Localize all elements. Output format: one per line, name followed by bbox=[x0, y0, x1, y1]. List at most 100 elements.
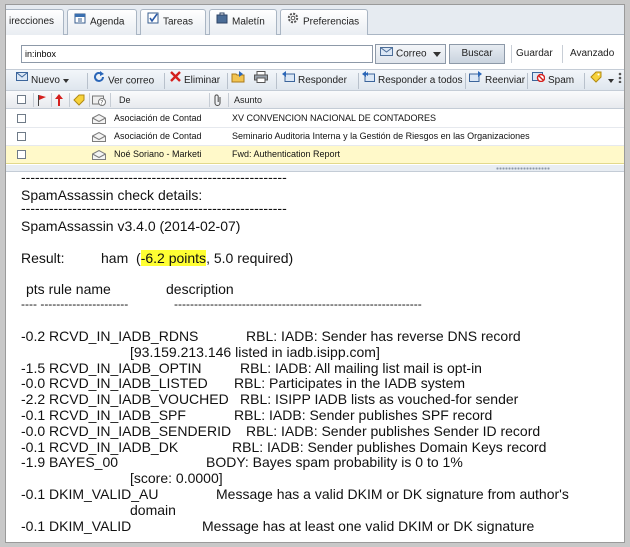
reply-all-button[interactable]: Responder a todos bbox=[362, 71, 463, 89]
app-tab-bar: irecciones Agenda Tareas Maletín Prefere… bbox=[6, 5, 624, 35]
rule-id: RCVD_IN_IADB_RDNS bbox=[49, 328, 199, 344]
tab-tareas[interactable]: Tareas bbox=[140, 9, 206, 35]
divider bbox=[562, 45, 563, 63]
envelope-read-icon bbox=[92, 132, 106, 142]
tab-agenda-label: Agenda bbox=[90, 16, 125, 28]
from-column-header[interactable]: De bbox=[119, 91, 131, 109]
check-mail-label: Ver correo bbox=[108, 75, 155, 87]
rule-points: -0.1 bbox=[21, 517, 46, 534]
search-button[interactable]: Buscar bbox=[449, 44, 505, 64]
reply-label: Responder bbox=[298, 75, 347, 87]
divider bbox=[584, 73, 585, 89]
divider bbox=[209, 93, 210, 107]
message-row[interactable]: Asociación de Contad XV CONVENCION NACIO… bbox=[6, 110, 624, 128]
search-bar: Correo Buscar Guardar Avanzado bbox=[6, 35, 624, 69]
rule-description: domain bbox=[130, 501, 176, 518]
forward-button[interactable]: Reenviar bbox=[469, 71, 526, 89]
status-column-header[interactable]: ? bbox=[92, 91, 106, 109]
message-subject: Fwd: Authentication Report bbox=[232, 149, 341, 159]
save-search-button[interactable]: Guardar bbox=[516, 48, 553, 59]
row-checkbox[interactable] bbox=[17, 114, 26, 123]
chevron-down-icon bbox=[62, 78, 69, 83]
divider bbox=[358, 73, 359, 89]
message-row-selected[interactable]: Noé Soriano - Marketi Fwd: Authenticatio… bbox=[6, 146, 624, 164]
printer-icon bbox=[254, 71, 268, 89]
grip-dots bbox=[496, 167, 550, 170]
forward-icon bbox=[469, 71, 482, 88]
new-button-label: Nuevo bbox=[31, 75, 60, 87]
spam-label: Spam bbox=[548, 75, 575, 87]
new-button[interactable]: Nuevo bbox=[16, 71, 69, 89]
tab-preferencias[interactable]: Preferencias bbox=[280, 9, 368, 35]
message-subject: XV CONVENCION NACIONAL DE CONTADORES bbox=[232, 113, 437, 123]
rule-name: -1.5 RCVD_IN_IADB_OPTIN bbox=[21, 360, 202, 376]
tag-column-header[interactable] bbox=[73, 91, 85, 109]
divider bbox=[511, 45, 512, 63]
divider bbox=[227, 73, 228, 89]
checkbox-icon bbox=[147, 10, 159, 34]
divider bbox=[465, 73, 466, 89]
rule-name: -0.0 RCVD_IN_IADB_LISTED bbox=[21, 375, 208, 391]
more-icon bbox=[616, 71, 624, 89]
search-input[interactable] bbox=[21, 45, 373, 63]
rule-id: RCVD_IN_IADB_VOUCHED bbox=[49, 391, 229, 408]
row-checkbox[interactable] bbox=[17, 150, 26, 159]
more-actions-button[interactable] bbox=[616, 71, 624, 89]
row-checkbox[interactable] bbox=[17, 132, 26, 141]
message-subject: Seminario Auditoria Interna y la Gestión… bbox=[232, 131, 530, 141]
forward-label: Reenviar bbox=[485, 75, 526, 87]
move-folder-button[interactable] bbox=[231, 71, 248, 89]
envelope-read-icon bbox=[92, 150, 106, 160]
spam-button[interactable]: Spam bbox=[532, 71, 575, 89]
tab-direcciones-label: irecciones bbox=[9, 16, 55, 27]
spam-icon bbox=[532, 71, 546, 88]
new-message-icon bbox=[16, 71, 28, 88]
priority-column-header[interactable] bbox=[55, 91, 63, 109]
divider bbox=[228, 93, 229, 107]
attachment-column-header[interactable] bbox=[213, 91, 223, 109]
chevron-down-icon bbox=[433, 52, 441, 57]
tab-agenda[interactable]: Agenda bbox=[67, 9, 137, 35]
reply-all-icon bbox=[362, 71, 375, 88]
rule-name: -2.2 RCVD_IN_IADB_VOUCHED bbox=[21, 391, 229, 407]
tab-tareas-label: Tareas bbox=[163, 16, 194, 28]
check-mail-button[interactable]: Ver correo bbox=[93, 71, 155, 89]
tab-maletin-label: Maletín bbox=[232, 16, 265, 28]
delete-button[interactable]: Eliminar bbox=[170, 71, 220, 89]
tab-direcciones[interactable]: irecciones bbox=[6, 9, 64, 35]
flag-column-header[interactable] bbox=[37, 91, 47, 109]
priority-arrow-icon bbox=[55, 94, 63, 106]
rule-points: -0.0 bbox=[21, 422, 46, 439]
envelope-read-icon bbox=[92, 114, 106, 124]
rule-name: -0.1 RCVD_IN_IADB_SPF bbox=[21, 407, 186, 423]
result-label: Result: bbox=[21, 250, 65, 266]
divider bbox=[51, 93, 52, 107]
rule-description: Message has a valid DKIM or DK signature… bbox=[216, 486, 569, 502]
result-points: -6.2 points bbox=[140, 250, 207, 266]
message-body: ----------------------------------------… bbox=[6, 172, 624, 542]
mail-client-window: irecciones Agenda Tareas Maletín Prefere… bbox=[5, 4, 625, 543]
rule-description: BODY: Bayes spam probability is 0 to 1% bbox=[206, 454, 463, 471]
tab-maletin[interactable]: Maletín bbox=[209, 9, 277, 35]
search-scope-select[interactable]: Correo bbox=[375, 44, 446, 64]
rule-points: -0.0 bbox=[21, 375, 46, 392]
print-button[interactable] bbox=[254, 71, 271, 89]
rule-points: -0.1 bbox=[21, 438, 46, 455]
rule-id: RCVD_IN_IADB_SPF bbox=[49, 407, 186, 423]
divider bbox=[69, 93, 70, 107]
advanced-search-button[interactable]: Avanzado bbox=[570, 48, 614, 59]
select-all-checkbox[interactable] bbox=[17, 95, 26, 104]
tag-button[interactable] bbox=[590, 71, 614, 89]
result-line: Result: ham (-6.2 points, 5.0 required) bbox=[21, 250, 293, 266]
calendar-icon bbox=[74, 10, 86, 34]
divider bbox=[33, 93, 34, 107]
reply-button[interactable]: Responder bbox=[282, 71, 347, 89]
subject-column-header[interactable]: Asunto bbox=[234, 91, 262, 109]
divider bbox=[87, 73, 88, 89]
message-row[interactable]: Asociación de Contad Seminario Auditoria… bbox=[6, 128, 624, 146]
rule-points: -0.1 bbox=[21, 407, 46, 423]
pane-resize-handle[interactable] bbox=[6, 165, 624, 172]
rule-description: RBL: IADB: Sender has reverse DNS record bbox=[246, 328, 521, 344]
rule-name: -0.1 RCVD_IN_IADB_DK bbox=[21, 439, 178, 455]
delete-x-icon bbox=[170, 71, 181, 88]
